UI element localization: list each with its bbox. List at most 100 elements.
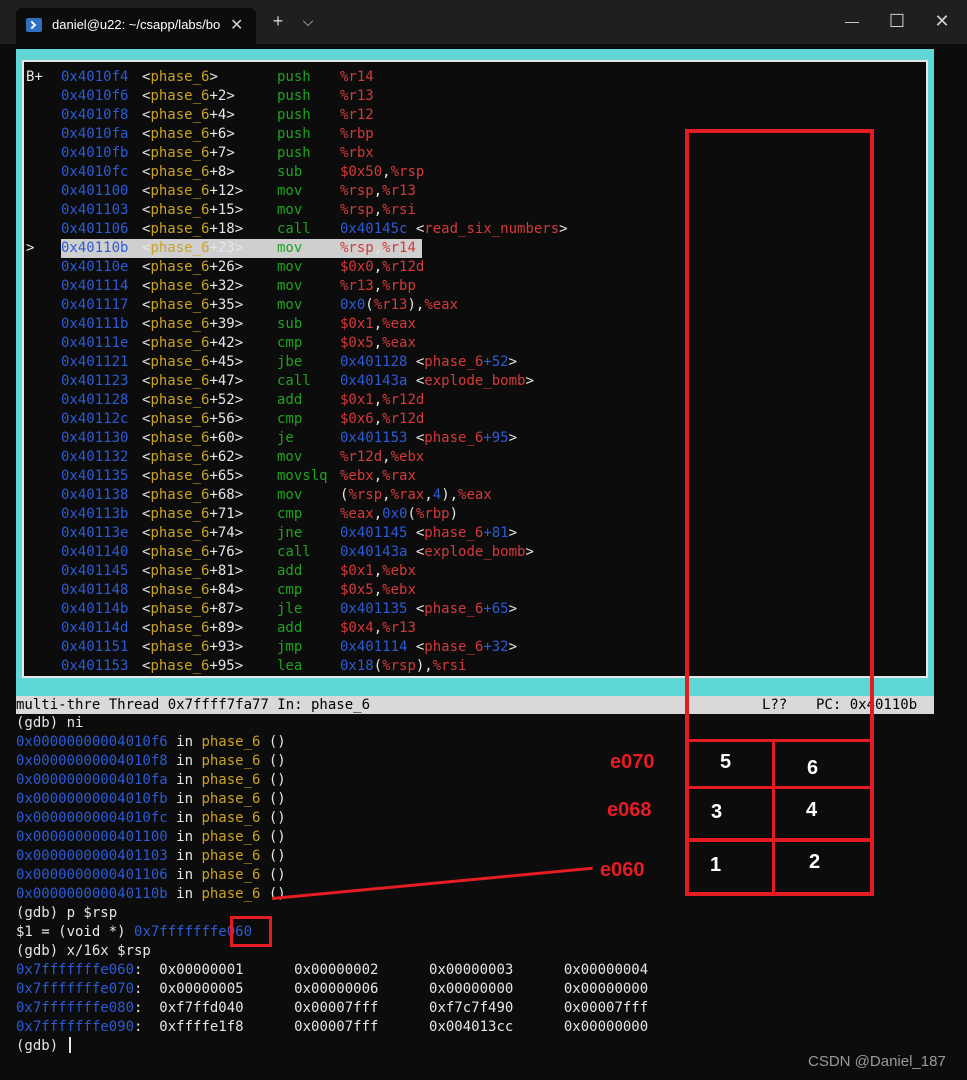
console-token: 0x000000000040110b <box>16 886 168 902</box>
line-marker: B+ <box>26 69 43 85</box>
close-window-button[interactable]: ✕ <box>927 10 957 32</box>
console-token: : 0xf7ffd040 0x00007fff 0xf7c7f490 0x000… <box>134 1000 649 1016</box>
operand-token: , <box>373 392 383 408</box>
operand-token: %r12d <box>382 392 425 408</box>
operand-token: +32 <box>483 639 509 655</box>
console-token: () <box>260 848 286 864</box>
operand-token: > <box>559 221 568 237</box>
console-token: : 0xffffe1f8 0x00007fff 0x004013cc 0x000… <box>134 1019 649 1035</box>
minimize-button[interactable]: — <box>837 10 867 32</box>
console-line: 0x00000000004010fc in phase_6 () <box>16 809 286 828</box>
operand-token: > <box>508 354 518 370</box>
asm-opcode: add <box>277 620 303 636</box>
console-token: (gdb) p $rsp <box>16 905 118 921</box>
symbol-name: phase_6 <box>150 506 210 522</box>
asm-opcode: jbe <box>277 354 303 370</box>
terminal-tab[interactable]: daniel@u22: ~/csapp/labs/bo ✕ <box>16 8 256 44</box>
asm-symbol: <phase_6+45> <box>142 354 244 370</box>
console-token: phase_6 <box>201 734 261 750</box>
console-token: (gdb) ni <box>16 715 84 731</box>
operand-token: %ebx <box>382 563 416 579</box>
asm-operands: $0x5,%eax <box>340 334 416 353</box>
asm-symbol: <phase_6+93> <box>142 639 244 655</box>
asm-opcode: lea <box>277 658 303 674</box>
operand-token: 0x0 <box>382 506 408 522</box>
symbol-name: phase_6 <box>150 468 210 484</box>
stack-divider <box>685 786 874 789</box>
title-bar: daniel@u22: ~/csapp/labs/bo ✕ + ⌵ — ☐ ✕ <box>0 0 967 44</box>
operand-token: %rax <box>382 468 416 484</box>
symbol-name: phase_6 <box>150 544 210 560</box>
console-token: () <box>260 753 286 769</box>
symbol-name: phase_6 <box>150 297 210 313</box>
console-token: 0x7fffffffe070 <box>16 981 135 997</box>
operand-token: , <box>373 316 383 332</box>
asm-operands: %rbp <box>340 125 374 144</box>
operand-token: 0x401114 <box>340 639 408 655</box>
asm-address: 0x401135 <box>61 468 129 484</box>
console-token: () <box>260 791 286 807</box>
console-token: in <box>167 829 202 845</box>
asm-line[interactable]: 0x4010f8 <phase_6+4> push %r12 <box>24 106 930 125</box>
asm-address: 0x401103 <box>61 202 129 218</box>
symbol-offset: +74 <box>209 525 235 541</box>
operand-token: %rbx <box>340 145 374 161</box>
asm-operands: %r12d,%ebx <box>340 448 424 467</box>
symbol-name: phase_6 <box>150 639 210 655</box>
console-line: (gdb) p $rsp <box>16 904 117 923</box>
console-token: 0x00000000004010fa <box>16 772 168 788</box>
symbol-name: phase_6 <box>150 240 210 256</box>
asm-symbol: <phase_6+84> <box>142 582 244 598</box>
asm-symbol: <phase_6+52> <box>142 392 244 408</box>
operand-token: explode_bomb <box>424 373 526 389</box>
operand-token: , <box>373 278 383 294</box>
symbol-name: phase_6 <box>150 126 210 142</box>
asm-address: 0x401130 <box>61 430 129 446</box>
console-token: phase_6 <box>201 886 261 902</box>
symbol-name: phase_6 <box>150 69 210 85</box>
address-label: e068 <box>607 799 652 821</box>
asm-symbol: <phase_6+4> <box>142 107 235 123</box>
console-token: () <box>260 829 286 845</box>
console-token: 0x0000000000401106 <box>16 867 168 883</box>
console-line: 0x0000000000401106 in phase_6 () <box>16 866 286 885</box>
operand-token: , <box>373 411 383 427</box>
asm-symbol: <phase_6+39> <box>142 316 244 332</box>
console-line: 0x000000000040110b in phase_6 () <box>16 885 286 904</box>
operand-token: %rsp <box>348 487 383 503</box>
symbol-offset: +26 <box>209 259 235 275</box>
operand-token: 0x401153 <box>340 430 408 446</box>
operand-token: ( <box>365 297 374 313</box>
asm-symbol: <phase_6+71> <box>142 506 244 522</box>
asm-line[interactable]: B+ 0x4010f4 <phase_6> push %r14 <box>24 68 930 87</box>
symbol-name: phase_6 <box>150 392 210 408</box>
new-tab-button[interactable]: + <box>263 10 293 32</box>
tab-close-button[interactable]: ✕ <box>230 15 243 35</box>
operand-token: %eax <box>382 316 416 332</box>
operand-token: $0x1 <box>340 316 374 332</box>
console-token: 0x0000000000401100 <box>16 829 168 845</box>
asm-address: 0x4010fb <box>61 145 129 161</box>
asm-operands: %rbx <box>340 144 374 163</box>
asm-line[interactable]: 0x4010f6 <phase_6+2> push %r13 <box>24 87 930 106</box>
asm-opcode: mov <box>277 297 303 313</box>
symbol-name: phase_6 <box>150 278 210 294</box>
console-line: (gdb) ni <box>16 714 83 733</box>
asm-address: 0x40111e <box>61 335 129 351</box>
maximize-button[interactable]: ☐ <box>882 10 912 32</box>
console-token: in <box>167 886 202 902</box>
operand-token: , <box>373 468 383 484</box>
console-token: $1 = (void *) <box>16 924 135 940</box>
asm-operands: $0x1,%r12d <box>340 391 424 410</box>
console-token: in <box>167 810 202 826</box>
asm-symbol: <phase_6+60> <box>142 430 244 446</box>
symbol-offset: +18 <box>209 221 235 237</box>
operand-token: , <box>373 183 383 199</box>
asm-opcode: push <box>277 126 311 142</box>
asm-address: 0x401106 <box>61 221 129 237</box>
symbol-name: phase_6 <box>150 430 210 446</box>
asm-opcode: mov <box>277 259 303 275</box>
tab-dropdown-button[interactable]: ⌵ <box>293 10 323 32</box>
operand-token: < <box>407 430 425 446</box>
asm-opcode: mov <box>277 183 303 199</box>
